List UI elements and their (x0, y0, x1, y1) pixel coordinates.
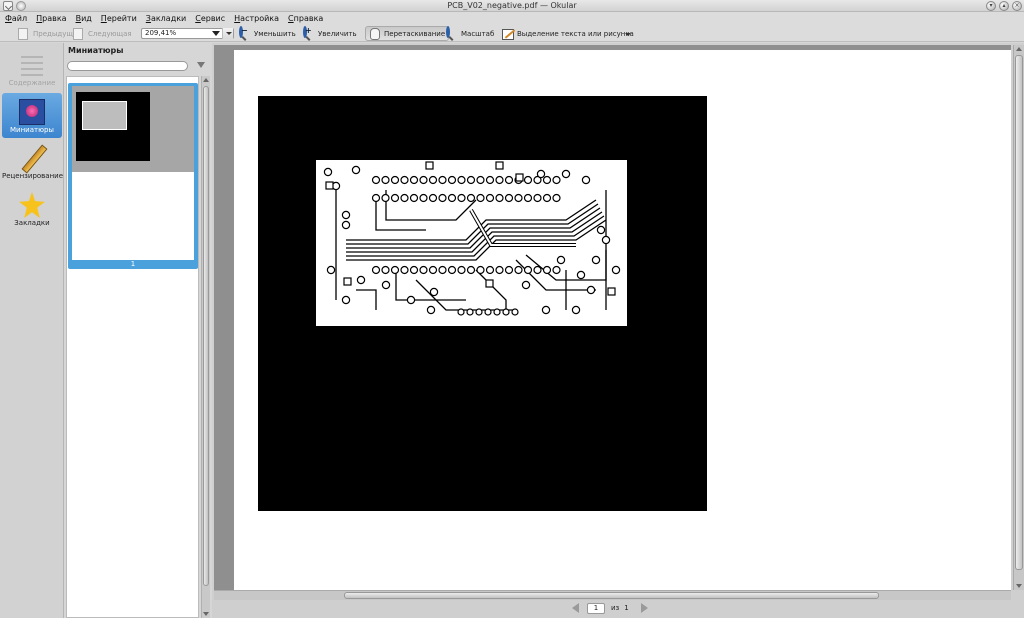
hand-icon (369, 27, 381, 40)
menu-view[interactable]: Вид (76, 14, 92, 23)
sidebar-item-label: Миниатюры (10, 126, 54, 134)
thumbnail-list: 1 (66, 76, 199, 618)
select-tool-button[interactable]: Выделение текста или рисунка (502, 26, 634, 41)
thumbnail-scrollbar[interactable] (201, 76, 210, 618)
menu-file[interactable]: Файл (5, 14, 27, 23)
document-view: 1 из 1 (212, 43, 1024, 618)
zoom-tool-icon (446, 25, 458, 40)
scrollbar-handle[interactable] (203, 86, 209, 586)
browse-tool-label: Перетаскивание (384, 29, 446, 38)
sidebar-item-bookmarks[interactable]: Закладки (2, 186, 62, 231)
zoom-out-label: Уменьшить (254, 29, 296, 38)
horizontal-scrollbar[interactable] (214, 590, 1011, 600)
document-page (234, 50, 1011, 590)
next-page-button[interactable]: Следующая (73, 26, 132, 41)
panel-title: Миниатюры (68, 46, 124, 55)
zoom-tool-button[interactable]: Масштаб (446, 25, 495, 41)
zoom-tool-label: Масштаб (461, 29, 495, 38)
previous-page-button[interactable]: Предыдущая (18, 26, 81, 41)
next-page-icon[interactable] (640, 603, 648, 613)
scrollbar-handle[interactable] (1015, 55, 1023, 570)
thumbnail-item[interactable]: 1 (68, 83, 198, 269)
thumbnail-image (72, 86, 194, 260)
star-icon (19, 192, 45, 218)
scroll-down-icon[interactable] (1016, 584, 1022, 588)
maximize-icon[interactable]: ▴ (999, 1, 1009, 11)
sidebar-item-label: Рецензирование (2, 172, 64, 180)
page-number-input[interactable]: 1 (587, 602, 605, 614)
menu-bar: Файл Правка Вид Перейти Закладки Сервис … (0, 12, 1024, 25)
zoom-in-button[interactable]: + Увеличить (303, 25, 357, 41)
toolbar-overflow-icon[interactable] (625, 33, 631, 36)
page-of-label: из (611, 604, 620, 612)
menu-help[interactable]: Справка (288, 14, 323, 23)
page-navigator: 1 из 1 (572, 601, 648, 615)
zoom-out-icon: − (239, 25, 251, 40)
window-title: PCB_V02_negative.pdf — Okular (447, 1, 577, 10)
arrow-right-icon (73, 27, 85, 40)
thumbnails-icon (19, 99, 45, 125)
chevron-down-icon[interactable] (222, 28, 233, 39)
filter-icon[interactable] (196, 61, 208, 71)
sidebar-item-contents[interactable]: Содержание (2, 46, 62, 91)
toc-icon (19, 52, 45, 78)
browse-tool-button[interactable]: Перетаскивание (365, 26, 450, 41)
menu-edit[interactable]: Правка (36, 14, 66, 23)
vertical-scrollbar[interactable] (1013, 45, 1024, 590)
pcb-layout-image (316, 160, 627, 326)
zoom-out-button[interactable]: − Уменьшить (239, 25, 296, 41)
title-bar: PCB_V02_negative.pdf — Okular ▾ ▴ × (0, 0, 1024, 12)
next-page-label: Следующая (88, 29, 132, 38)
sidebar-item-label: Содержание (8, 79, 56, 87)
pcb-traces (323, 161, 621, 316)
close-icon[interactable]: × (1012, 1, 1022, 11)
sidebar-item-thumbnails[interactable]: Миниатюры (2, 93, 62, 138)
zoom-in-icon: + (303, 25, 315, 40)
thumbnail-page-number: 1 (130, 260, 136, 268)
menu-settings[interactable]: Настройка (234, 14, 279, 23)
scroll-up-icon[interactable] (203, 78, 209, 82)
combo-clear-icon[interactable] (212, 31, 220, 36)
select-tool-icon (502, 28, 514, 40)
menu-bookmarks[interactable]: Закладки (146, 14, 186, 23)
thumbnails-panel: Миниатюры 1 (65, 43, 211, 618)
sidebar-item-label: Закладки (14, 219, 50, 227)
sidebar-item-review[interactable]: Рецензирование (2, 139, 64, 184)
select-tool-label: Выделение текста или рисунка (517, 29, 634, 38)
minimize-icon[interactable]: ▾ (986, 1, 996, 11)
scroll-down-icon[interactable] (203, 612, 209, 616)
menu-go[interactable]: Перейти (101, 14, 137, 23)
menu-tools[interactable]: Сервис (195, 14, 225, 23)
page-area[interactable] (214, 45, 1011, 590)
zoom-value: 209,41% (145, 29, 177, 37)
scroll-up-icon[interactable] (1016, 47, 1022, 51)
arrow-left-icon (18, 27, 30, 40)
previous-page-icon[interactable] (572, 603, 579, 613)
zoom-in-label: Увеличить (318, 29, 357, 38)
thumbnail-search-input[interactable] (67, 61, 188, 71)
scrollbar-handle[interactable] (344, 592, 879, 599)
pencil-icon (19, 145, 45, 171)
zoom-combo[interactable]: 209,41% (141, 28, 234, 39)
sidebar: Содержание Миниатюры Рецензирование Закл… (0, 43, 64, 618)
page-total: 1 (624, 604, 629, 612)
